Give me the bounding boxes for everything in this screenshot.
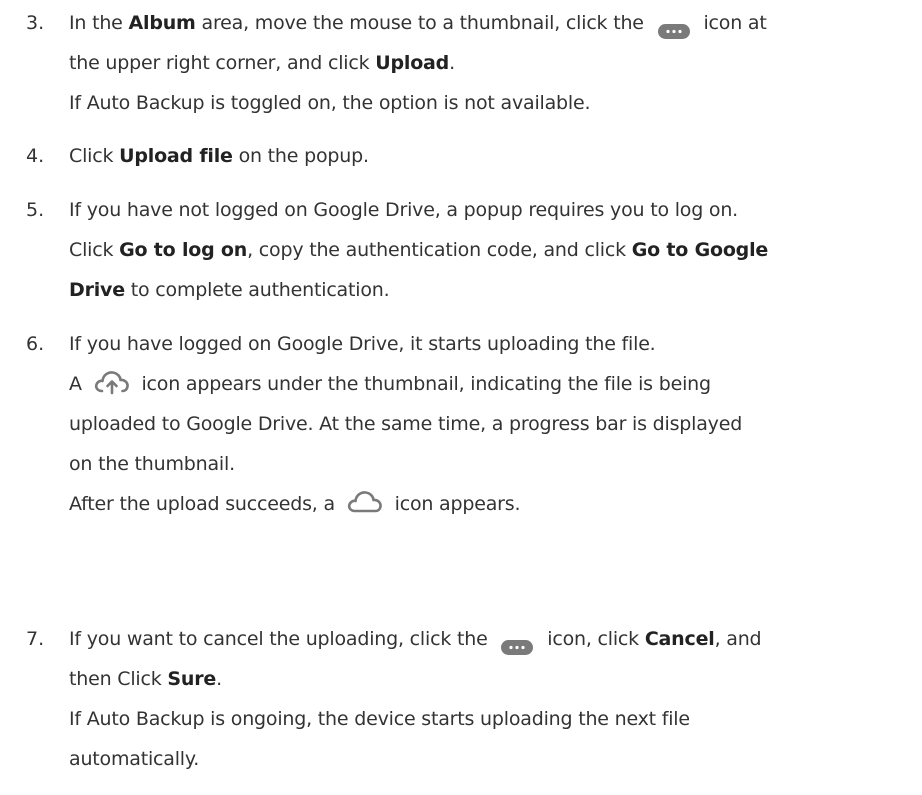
step-number: 6. (26, 333, 45, 355)
text: A (69, 373, 88, 395)
ui-term-upload-file: Upload file (119, 145, 233, 167)
step-line: on the thumbnail. (69, 444, 919, 484)
text: the upper right corner, and click (69, 52, 376, 74)
step-number: 7. (26, 628, 45, 650)
ui-term-go-to-google-drive: Go to Google (631, 239, 769, 261)
text: Click (69, 239, 120, 261)
text: area, move the mouse to a thumbnail, cli… (195, 12, 650, 34)
more-icon (501, 630, 534, 655)
more-icon (657, 14, 690, 39)
text: then Click (69, 668, 168, 690)
text: . (216, 668, 222, 690)
text: If Auto Backup is ongoing, the device st… (69, 708, 690, 730)
step-line: uploaded to Google Drive. At the same ti… (69, 404, 919, 444)
text: icon appears. (388, 493, 521, 515)
step-line: the upper right corner, and click Upload… (69, 43, 919, 83)
text: icon appears under the thumbnail, indica… (135, 373, 711, 395)
text: , and (714, 628, 762, 650)
step-note: If Auto Backup is toggled on, the option… (69, 83, 919, 123)
text: Click (69, 145, 120, 167)
ui-term-sure: Sure (167, 668, 217, 690)
text: on the popup. (232, 145, 369, 167)
step-line: In the Album area, move the mouse to a t… (69, 3, 919, 43)
step-line: Click Go to log on, copy the authenticat… (69, 230, 919, 270)
text: If you have logged on Google Drive, it s… (69, 333, 656, 355)
step-line: If you have logged on Google Drive, it s… (69, 324, 919, 364)
text: After the upload succeeds, a (69, 493, 341, 515)
text: If you want to cancel the uploading, cli… (69, 628, 494, 650)
text: uploaded to Google Drive. At the same ti… (69, 413, 743, 435)
step-note: If Auto Backup is ongoing, the device st… (69, 699, 919, 739)
text: . (449, 52, 455, 74)
text: to complete authentication. (124, 279, 390, 301)
step-line: Click Upload file on the popup. (69, 136, 919, 176)
text: , copy the authentication code, and clic… (247, 239, 632, 261)
ui-term-cancel: Cancel (644, 628, 715, 650)
ui-term-album: Album (128, 12, 196, 34)
step-number: 4. (26, 145, 45, 167)
cloud-icon (347, 489, 383, 515)
ui-term-go-to-log-on: Go to log on (119, 239, 248, 261)
text: If Auto Backup is toggled on, the option… (69, 92, 591, 114)
ui-term-go-to-google-drive: Drive (69, 279, 125, 301)
text: on the thumbnail. (69, 453, 235, 475)
step-number: 5. (26, 199, 45, 221)
step-line: A icon appears under the thumbnail, indi… (69, 364, 919, 404)
step-line: then Click Sure. (69, 659, 919, 699)
step-line: If you want to cancel the uploading, cli… (69, 619, 919, 659)
text: icon, click (541, 628, 645, 650)
step-number: 3. (26, 12, 45, 34)
text: If you have not logged on Google Drive, … (69, 199, 739, 221)
step-line: Drive to complete authentication. (69, 270, 919, 310)
cloud-upload-icon (94, 369, 130, 395)
step-line: If you have not logged on Google Drive, … (69, 190, 919, 230)
text: automatically. (69, 748, 200, 770)
text: In the (69, 12, 129, 34)
step-line: After the upload succeeds, a icon appear… (69, 484, 919, 524)
instruction-document: 3. In the Album area, move the mouse to … (0, 0, 922, 795)
text: icon at (697, 12, 767, 34)
step-note: automatically. (69, 739, 919, 779)
ui-term-upload: Upload (375, 52, 450, 74)
